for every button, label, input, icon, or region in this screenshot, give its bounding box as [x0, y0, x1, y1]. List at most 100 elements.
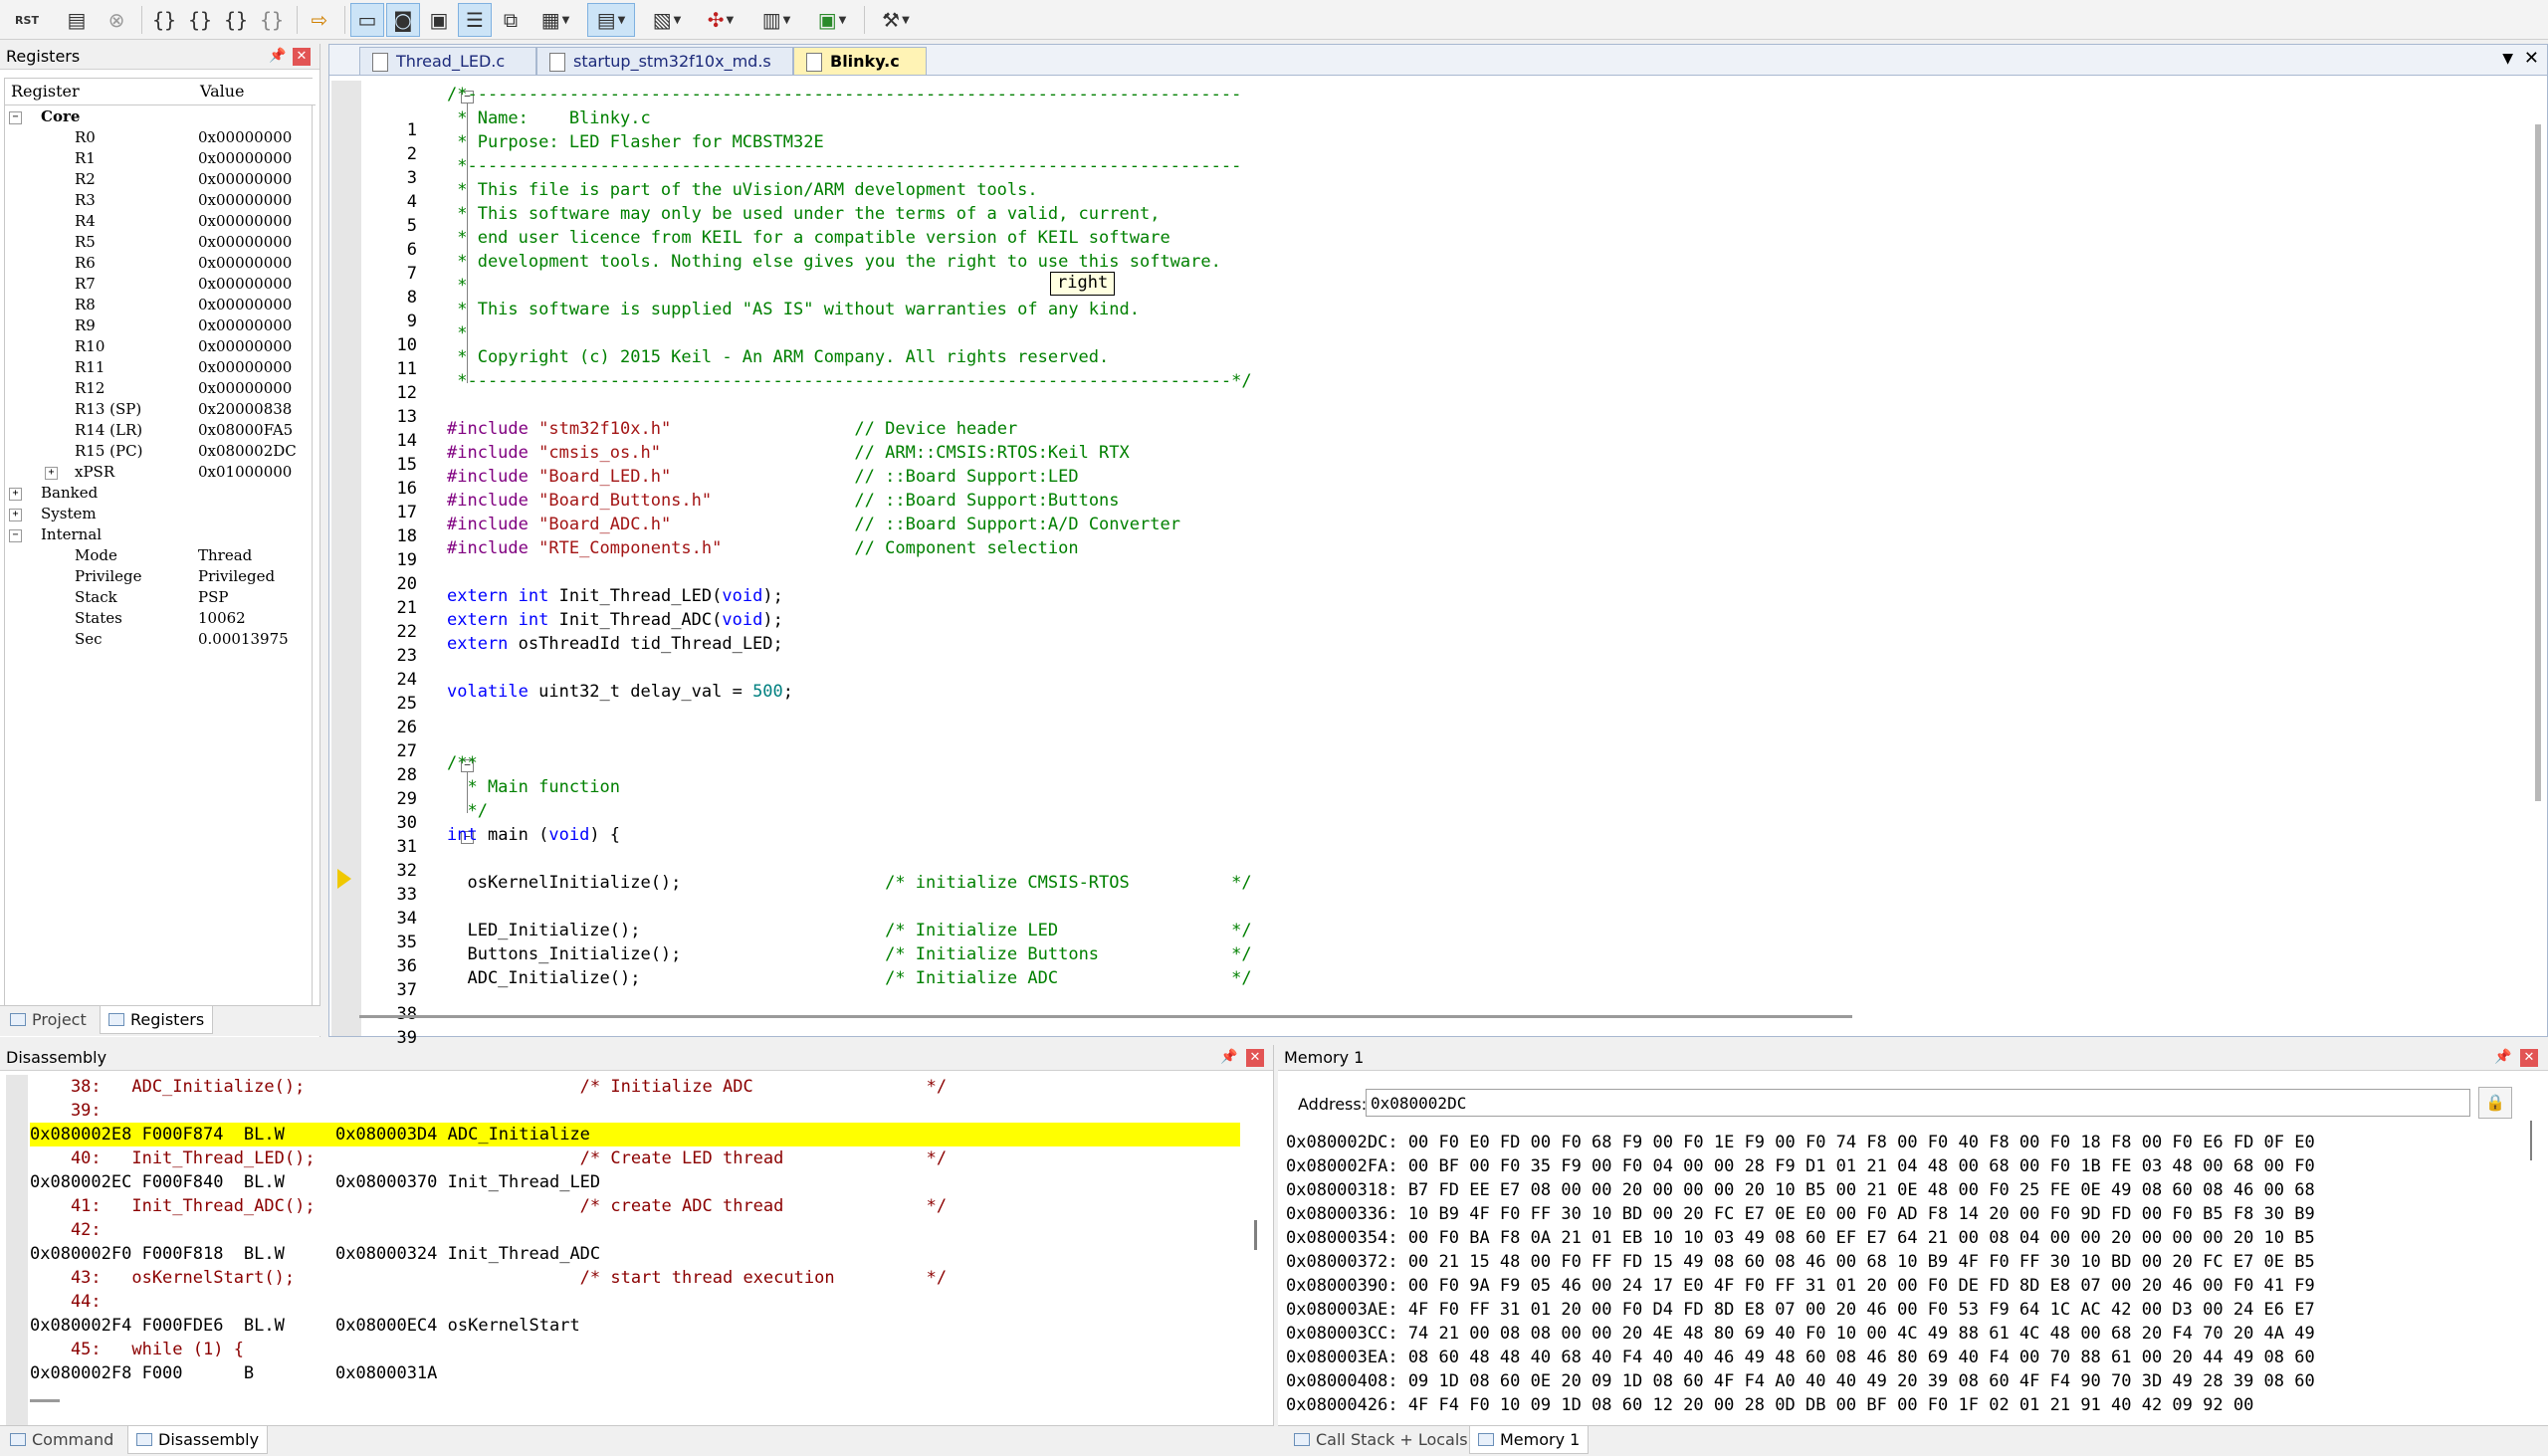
register-row[interactable]: R14 (LR) 0x08000FA5	[5, 420, 310, 441]
register-value[interactable]: Privileged	[198, 566, 275, 587]
register-value[interactable]: 0.00013975	[198, 629, 289, 650]
code-line[interactable]: * This file is part of the uVision/ARM d…	[447, 180, 1037, 200]
register-value[interactable]: 0x20000838	[198, 399, 292, 420]
step-out-button[interactable]: {}	[219, 3, 253, 37]
register-value[interactable]: Thread	[198, 545, 252, 566]
tab-project[interactable]: Project	[2, 1006, 95, 1034]
register-row[interactable]: R13 (SP) 0x20000838	[5, 399, 310, 420]
register-value[interactable]: 0x00000000	[198, 295, 292, 315]
register-row[interactable]: Sec 0.00013975	[5, 629, 310, 650]
register-row[interactable]: R8 0x00000000	[5, 295, 310, 315]
close-icon[interactable]: ✕	[293, 48, 311, 66]
register-value[interactable]: 0x00000000	[198, 274, 292, 295]
code-line[interactable]: * development tools. Nothing else gives …	[447, 252, 1221, 272]
register-row[interactable]: Stack PSP	[5, 587, 310, 608]
memory-row[interactable]: 0x08000408: 09 1D 08 60 0E 20 09 1D 08 6…	[1286, 1369, 2315, 1393]
disassembly-line[interactable]: 0x080002F0 F000F818 BL.W 0x08000324 Init…	[30, 1242, 600, 1266]
register-row[interactable]: R7 0x00000000	[5, 274, 310, 295]
code-line[interactable]: * This software may only be used under t…	[447, 204, 1160, 224]
register-value[interactable]: 0x01000000	[198, 462, 292, 483]
memory-row[interactable]: 0x080003EA: 08 60 48 48 40 68 40 F4 40 4…	[1286, 1346, 2315, 1369]
code-line[interactable]: *---------------------------------------…	[447, 371, 1251, 391]
disassembly-line[interactable]: 41: Init_Thread_ADC(); /* create ADC thr…	[30, 1194, 947, 1218]
register-row[interactable]: + xPSR 0x01000000	[5, 462, 310, 483]
chevron-down-icon[interactable]: ▼	[2502, 51, 2513, 67]
value-column-header[interactable]: Value	[194, 79, 316, 105]
registers-window-button[interactable]: ☰	[458, 3, 492, 37]
register-value[interactable]: 0x00000000	[198, 211, 292, 232]
code-line[interactable]: LED_Initialize(); /* Initialize LED */	[447, 921, 1251, 940]
code-line[interactable]: #include "cmsis_os.h" // ARM::CMSIS:RTOS…	[447, 443, 1130, 463]
code-line[interactable]: #include "stm32f10x.h" // Device header	[447, 419, 1017, 439]
code-line[interactable]: extern int Init_Thread_ADC(void);	[447, 610, 783, 630]
register-value[interactable]: 0x00000000	[198, 315, 292, 336]
pin-icon[interactable]: 📌	[269, 48, 286, 64]
register-row[interactable]: − Core	[5, 106, 310, 127]
memory-window-button[interactable]: ▤ ▼	[587, 3, 635, 37]
tab-blinky[interactable]: Blinky.c	[793, 47, 927, 75]
call-stack-button[interactable]: ⧉	[494, 3, 528, 37]
register-row[interactable]: States 10062	[5, 608, 310, 629]
expand-icon[interactable]: +	[9, 509, 22, 521]
register-row[interactable]: R3 0x00000000	[5, 190, 310, 211]
disassembly-gutter[interactable]	[6, 1075, 28, 1433]
memory-row[interactable]: 0x080002FA: 00 BF 00 F0 35 F9 00 F0 04 0…	[1286, 1154, 2315, 1178]
system-viewer-button[interactable]: ▣ ▼	[808, 3, 856, 37]
tab-startup[interactable]: startup_stm32f10x_md.s	[536, 47, 793, 75]
disassembly-line[interactable]: 44:	[30, 1290, 111, 1314]
expand-icon[interactable]: +	[45, 467, 58, 480]
memory-row[interactable]: 0x08000336: 10 B9 4F F0 FF 30 10 BD 00 2…	[1286, 1202, 2315, 1226]
code-line[interactable]: * Copyright (c) 2015 Keil - An ARM Compa…	[447, 347, 1109, 367]
register-column-header[interactable]: Register	[5, 79, 199, 105]
register-row[interactable]: + Banked	[5, 483, 310, 504]
disassembly-line[interactable]: 42:	[30, 1218, 111, 1242]
close-icon[interactable]: ✕	[2524, 48, 2539, 69]
register-row[interactable]: R4 0x00000000	[5, 211, 310, 232]
disassembly-line[interactable]: 0x080002EC F000F840 BL.W 0x08000370 Init…	[30, 1170, 600, 1194]
expand-icon[interactable]: +	[9, 488, 22, 501]
register-row[interactable]: R1 0x00000000	[5, 148, 310, 169]
collapse-icon[interactable]: −	[9, 111, 22, 124]
register-value[interactable]: 0x00000000	[198, 190, 292, 211]
memory-row[interactable]: 0x080003CC: 74 21 00 08 08 00 00 20 4E 4…	[1286, 1322, 2315, 1346]
disassembly-scrollbar[interactable]	[1254, 1220, 1257, 1250]
disassembly-line[interactable]: 0x080002E8 F000F874 BL.W 0x080003D4 ADC_…	[30, 1123, 1240, 1146]
register-row[interactable]: R0 0x00000000	[5, 127, 310, 148]
trace-window-button[interactable]: ▥ ▼	[752, 3, 800, 37]
register-value[interactable]: 0x00000000	[198, 127, 292, 148]
register-value[interactable]: 0x00000000	[198, 253, 292, 274]
tab-memory-1[interactable]: Memory 1	[1469, 1426, 1590, 1454]
code-line[interactable]: volatile uint32_t delay_val = 500;	[447, 682, 793, 702]
memory-row[interactable]: 0x080002DC: 00 F0 E0 FD 00 F0 68 F9 00 F…	[1286, 1131, 2315, 1154]
code-line[interactable]: * end user licence from KEIL for a compa…	[447, 228, 1169, 248]
code-line[interactable]: #include "Board_Buttons.h" // ::Board Su…	[447, 491, 1120, 511]
register-row[interactable]: R2 0x00000000	[5, 169, 310, 190]
serial-window-button[interactable]: ▧ ▼	[643, 3, 691, 37]
close-icon[interactable]: ✕	[2520, 1049, 2538, 1067]
register-value[interactable]: 0x08000FA5	[198, 420, 293, 441]
code-line[interactable]: ADC_Initialize(); /* Initialize ADC */	[447, 968, 1251, 988]
close-icon[interactable]: ✕	[1246, 1049, 1264, 1067]
register-value[interactable]: 0x00000000	[198, 148, 292, 169]
disassembly-line[interactable]: 38: ADC_Initialize(); /* Initialize ADC …	[30, 1075, 947, 1099]
memory-row[interactable]: 0x08000318: B7 FD EE E7 08 00 00 20 00 0…	[1286, 1178, 2315, 1202]
address-input[interactable]	[1366, 1089, 2470, 1117]
register-row[interactable]: R10 0x00000000	[5, 336, 310, 357]
register-value[interactable]: 0x00000000	[198, 378, 292, 399]
collapse-icon[interactable]: −	[9, 529, 22, 542]
register-row[interactable]: R6 0x00000000	[5, 253, 310, 274]
code-line[interactable]: #include "RTE_Components.h" // Component…	[447, 538, 1079, 558]
code-line[interactable]: * Name: Blinky.c	[447, 108, 650, 128]
reset-button[interactable]: RST	[10, 3, 44, 37]
register-row[interactable]: R9 0x00000000	[5, 315, 310, 336]
register-row[interactable]: R5 0x00000000	[5, 232, 310, 253]
register-value[interactable]: 0x00000000	[198, 169, 292, 190]
register-value[interactable]: 0x00000000	[198, 357, 292, 378]
code-line[interactable]: int main (void) {	[447, 825, 620, 845]
code-line[interactable]: extern int Init_Thread_LED(void);	[447, 586, 783, 606]
tab-disassembly[interactable]: Disassembly	[127, 1426, 269, 1454]
tab-thread-led[interactable]: Thread_LED.c	[359, 47, 536, 75]
code-line[interactable]: * Main function	[447, 777, 620, 797]
stop-button[interactable]: ⊗	[100, 3, 133, 37]
vertical-scrollbar[interactable]	[2535, 124, 2541, 801]
